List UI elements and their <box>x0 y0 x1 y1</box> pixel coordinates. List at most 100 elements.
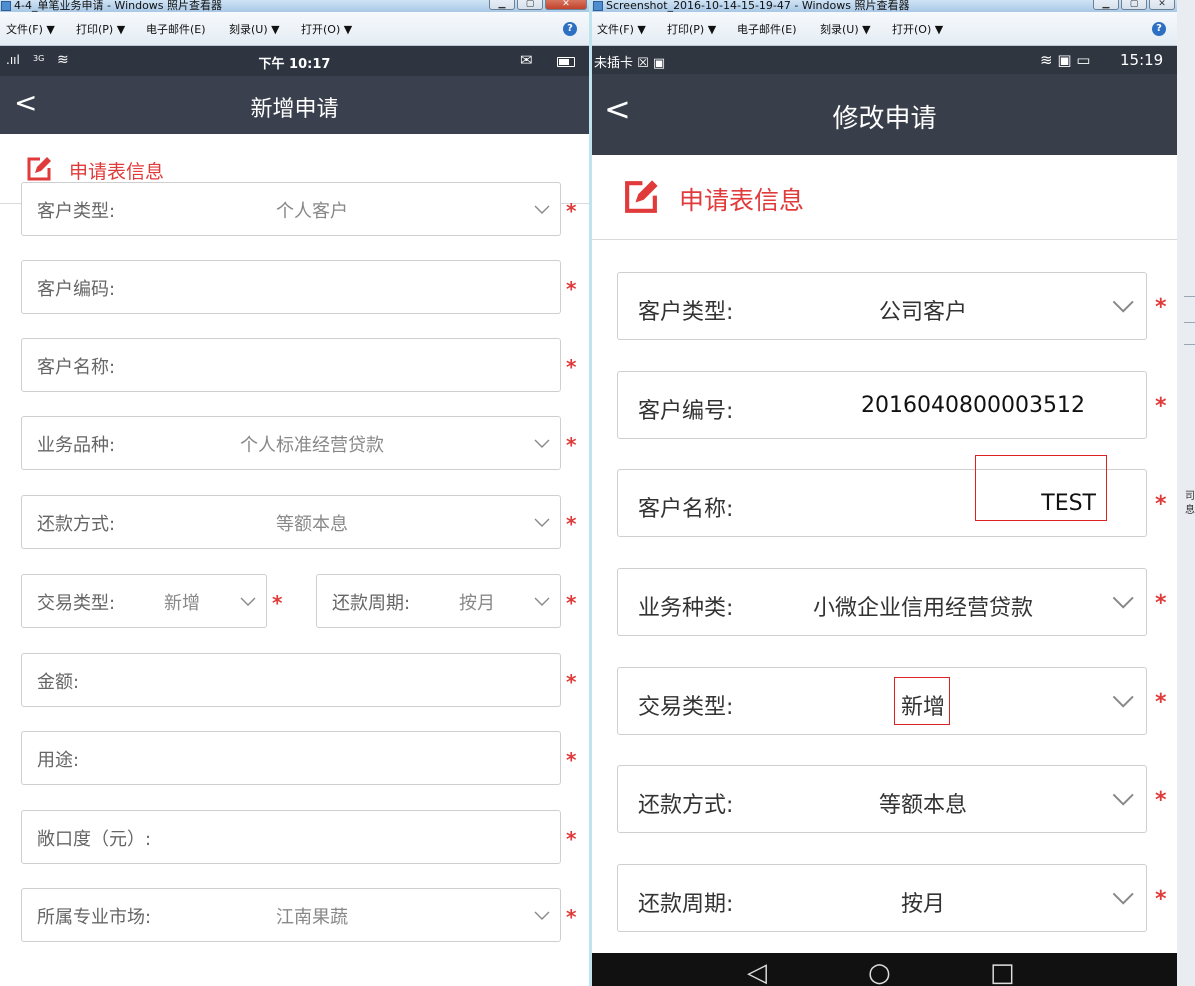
required-asterisk: * <box>1155 394 1167 419</box>
maximize-button[interactable]: ▢ <box>517 0 543 10</box>
dropdown-field[interactable]: 还款周期: 按月 <box>617 864 1147 932</box>
section-header: 申请表信息 <box>592 155 1177 240</box>
field-value: 新增 <box>164 593 200 614</box>
field-label: 用途: <box>37 750 80 771</box>
menu-open[interactable]: 打开(O) ▼ <box>892 21 943 37</box>
input-field[interactable]: 用途: <box>21 731 561 785</box>
menu-email[interactable]: 电子邮件(E) <box>146 21 206 37</box>
required-asterisk: * <box>1155 591 1167 616</box>
menu-file[interactable]: 文件(F) ▼ <box>597 21 646 37</box>
required-asterisk: * <box>566 905 577 929</box>
field-label: 客户编号: <box>638 399 734 424</box>
input-field[interactable]: 客户编码: <box>21 260 561 314</box>
status-icons: ≋ ▣ ▭ <box>1040 51 1091 69</box>
right-menu-bar: 文件(F) ▼ 打印(P) ▼ 电子邮件(E) 刻录(U) ▼ 打开(O) ▼ … <box>592 12 1177 46</box>
status-bar: .ııl 3G ≋ 下午 10:17 ✉ <box>0 46 589 76</box>
page-title: 新增申请 <box>250 97 339 122</box>
menu-file[interactable]: 文件(F) ▼ <box>6 21 55 37</box>
android-nav-bar: ◁ ○ □ <box>592 953 1177 986</box>
minimize-button[interactable]: ▁ <box>1093 0 1119 10</box>
required-asterisk: * <box>566 670 577 694</box>
field-value: 个人标准经营贷款 <box>240 435 384 456</box>
required-asterisk: * <box>566 591 577 615</box>
required-asterisk: * <box>566 748 577 772</box>
input-field[interactable]: 客户编号: 2016040800003512 <box>617 371 1147 439</box>
dropdown-field[interactable]: 客户类型: 公司客户 <box>617 272 1147 340</box>
left-title-bar: 4-4_单笔业务申请 - Windows 照片查看器 ▁ ▢ ✕ <box>0 0 589 12</box>
required-asterisk: * <box>1155 788 1167 813</box>
required-asterisk: * <box>1155 492 1167 517</box>
left-menu-bar: 文件(F) ▼ 打印(P) ▼ 电子邮件(E) 刻录(U) ▼ 打开(O) ▼ … <box>0 12 589 46</box>
required-asterisk: * <box>1155 887 1167 912</box>
chevron-down-icon <box>1112 596 1134 609</box>
field-label: 所属专业市场: <box>37 907 152 928</box>
section-title: 申请表信息 <box>679 186 805 215</box>
dropdown-field[interactable]: 还款方式: 等额本息 <box>617 765 1147 833</box>
close-button[interactable]: ✕ <box>545 0 587 10</box>
home-nav-icon[interactable]: ○ <box>868 958 891 986</box>
photo-viewer-app-icon <box>1 1 11 11</box>
input-field[interactable]: 客户名称: <box>21 338 561 392</box>
dropdown-field[interactable]: 交易类型: 新增 <box>21 574 267 628</box>
review-highlight-box <box>975 455 1107 521</box>
menu-print[interactable]: 打印(P) ▼ <box>667 21 716 37</box>
required-asterisk: * <box>566 433 577 457</box>
dropdown-field[interactable]: 还款周期: 按月 <box>316 574 561 628</box>
left-photo-viewer-window: 4-4_单笔业务申请 - Windows 照片查看器 ▁ ▢ ✕ 文件(F) ▼… <box>0 0 589 986</box>
dropdown-field[interactable]: 交易类型: 新增 <box>617 667 1147 735</box>
field-value: 公司客户 <box>878 300 967 325</box>
chevron-down-icon <box>534 439 550 448</box>
review-highlight-box <box>894 677 950 725</box>
status-time: 下午 10:17 <box>258 57 331 72</box>
menu-burn[interactable]: 刻录(U) ▼ <box>229 21 280 37</box>
field-label: 业务品种: <box>37 435 116 456</box>
field-label: 还款周期: <box>332 593 411 614</box>
input-field[interactable]: 金额: <box>21 653 561 707</box>
required-asterisk: * <box>566 827 577 851</box>
menu-burn[interactable]: 刻录(U) ▼ <box>820 21 871 37</box>
left-window-title: 4-4_单笔业务申请 - Windows 照片查看器 <box>14 0 223 12</box>
dropdown-field[interactable]: 所属专业市场: 江南果蔬 <box>21 888 561 942</box>
back-nav-icon[interactable]: ◁ <box>747 958 767 986</box>
field-value: 江南果蔬 <box>276 907 348 928</box>
field-value: 个人客户 <box>276 201 348 222</box>
input-field[interactable]: 敞口度（元）: <box>21 810 561 864</box>
minimize-button[interactable]: ▁ <box>489 0 515 10</box>
section-title: 申请表信息 <box>69 161 165 183</box>
required-asterisk: * <box>566 512 577 536</box>
menu-email[interactable]: 电子邮件(E) <box>737 21 797 37</box>
field-label: 交易类型: <box>37 593 116 614</box>
chevron-down-icon <box>240 597 256 606</box>
dropdown-field[interactable]: 还款方式: 等额本息 <box>21 495 561 549</box>
edge-text: 息 <box>1185 505 1195 516</box>
right-phone-screen: 未插卡 ☒ ▣ ≋ ▣ ▭ 15:19 < 修改申请 申请表信息 客户类型: 公司… <box>592 46 1177 986</box>
dropdown-field[interactable]: 业务种类: 小微企业信用经营贷款 <box>617 568 1147 636</box>
chevron-down-icon <box>534 518 550 527</box>
field-label: 交易类型: <box>638 695 734 720</box>
mail-icon: ✉ <box>520 51 533 69</box>
close-button[interactable]: ✕ <box>1149 0 1175 10</box>
required-asterisk: * <box>566 199 577 223</box>
field-label: 还款周期: <box>638 892 734 917</box>
edit-form-icon <box>27 157 51 181</box>
help-icon[interactable]: ? <box>1152 22 1166 36</box>
field-label: 客户类型: <box>37 201 116 222</box>
dropdown-field[interactable]: 业务品种: 个人标准经营贷款 <box>21 416 561 470</box>
nav-bar: < 新增申请 <box>0 76 589 134</box>
field-label: 还款方式: <box>37 514 116 535</box>
edge-text: 司 <box>1185 491 1195 502</box>
background-window-edge: 司 息 <box>1177 0 1195 986</box>
menu-open[interactable]: 打开(O) ▼ <box>301 21 352 37</box>
chevron-down-icon <box>534 205 550 214</box>
chevron-down-icon <box>534 911 550 920</box>
field-label: 客户编码: <box>37 279 116 300</box>
field-value: 小微企业信用经营贷款 <box>812 596 1033 621</box>
help-icon[interactable]: ? <box>563 22 577 36</box>
required-asterisk: * <box>566 277 577 301</box>
maximize-button[interactable]: ▢ <box>1121 0 1147 10</box>
menu-print[interactable]: 打印(P) ▼ <box>76 21 125 37</box>
left-phone-screen: .ııl 3G ≋ 下午 10:17 ✉ < 新增申请 申请表信息 客户类型: 个… <box>0 46 589 986</box>
chevron-down-icon <box>534 597 550 606</box>
recents-nav-icon[interactable]: □ <box>990 958 1015 986</box>
dropdown-field[interactable]: 客户类型: 个人客户 <box>21 182 561 236</box>
